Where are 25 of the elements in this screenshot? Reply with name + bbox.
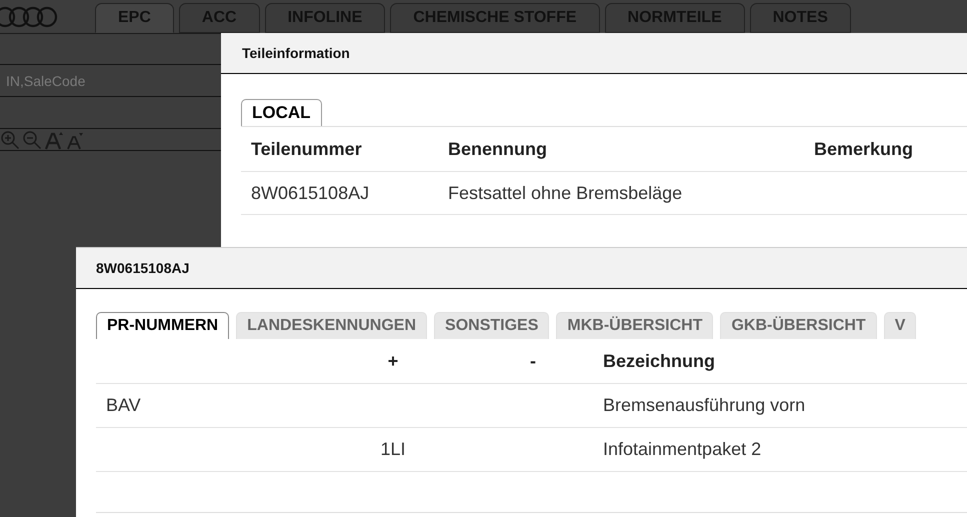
dialog-tab[interactable]: GKB-ÜBERSICHT [720,312,877,339]
font-increase-icon[interactable] [44,130,64,150]
table-cell: 1LI [380,439,406,459]
dialog-title: 8W0615108AJ [96,258,190,278]
table-cell: Infotainmentpaket 2 [603,439,762,459]
table-cell: Festsattel ohne Bremsbeläge [448,182,682,202]
dialog-tab[interactable]: SONSTIGES [434,312,550,339]
column-header: Teilenummer [251,138,363,160]
column-header: Bemerkung [814,138,914,161]
table-cell: 8W0615108AJ [251,182,370,202]
dialog-tab[interactable]: LANDESKENNUNGEN [236,312,428,339]
table-cell: Bremsenausführung vorn [603,395,806,415]
dialog-title: Teileinformation [242,44,350,62]
dialog-tab[interactable]: PR-NUMMERN [96,312,230,339]
column-header: - [530,350,536,370]
column-header: Bezeichnung [603,350,716,370]
dialog-tab[interactable]: MKB-ÜBERSICHT [556,312,714,339]
column-header: Benennung [448,138,548,161]
search-field[interactable]: IN,SaleCode [0,64,221,97]
column-header: + [388,350,398,370]
zoom-out-icon[interactable] [22,130,42,150]
dialog-tab[interactable]: LOCAL [241,99,322,126]
table-cell: BAV [106,395,141,415]
zoom-in-icon[interactable] [0,130,20,150]
dialog-tab[interactable]: V [884,312,916,339]
